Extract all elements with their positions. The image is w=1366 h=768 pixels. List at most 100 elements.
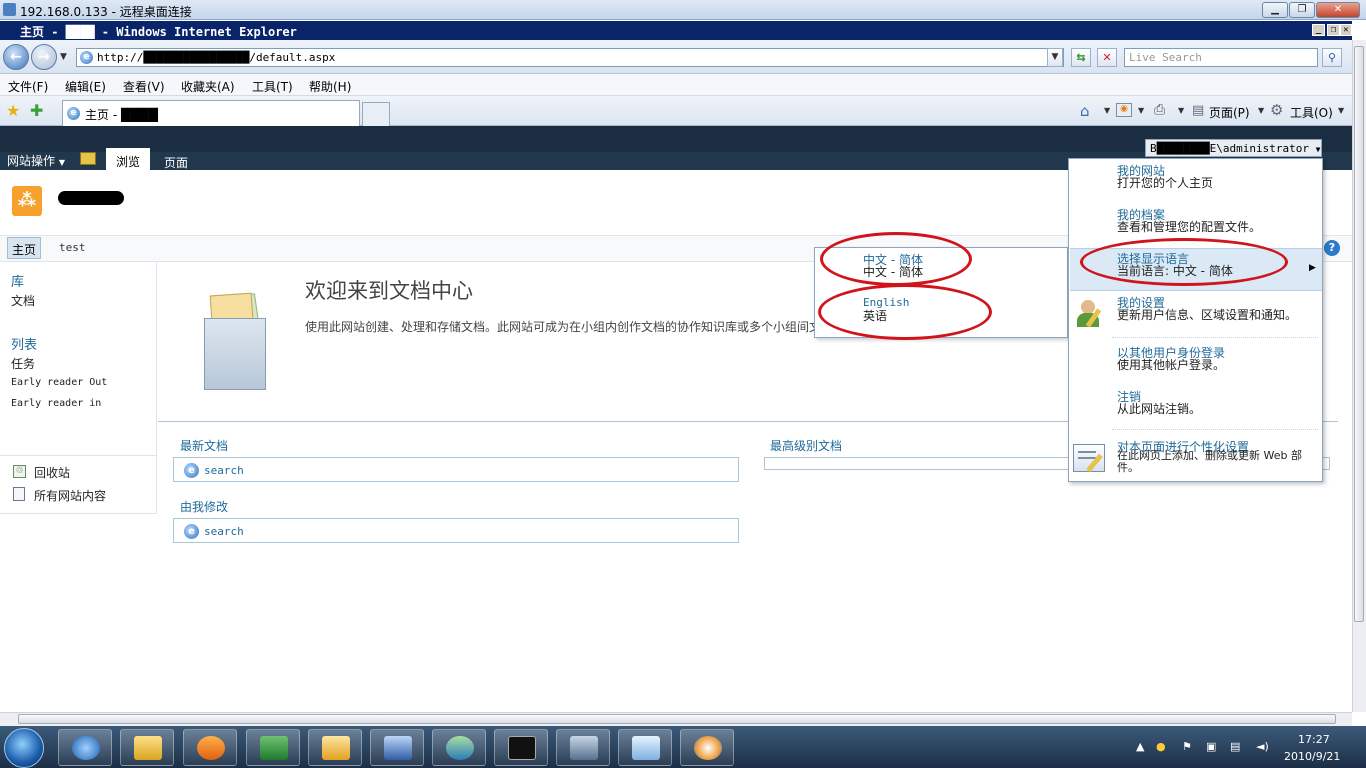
history-dropdown-icon[interactable]: ▼ <box>60 52 67 62</box>
clock-time[interactable]: 17:27 <box>1298 733 1330 746</box>
tab-ie-icon: e <box>67 107 80 120</box>
ql-lists-heading[interactable]: 列表 <box>11 334 37 353</box>
ql-early-reader-in[interactable]: Early reader in <box>11 398 101 409</box>
ql-libraries-heading[interactable]: 库 <box>11 271 24 290</box>
feeds-dropdown-icon[interactable]: ▼ <box>1138 106 1144 115</box>
taskbar-task-manager[interactable] <box>556 729 610 766</box>
site-actions-dropdown-icon: ▼ <box>58 158 65 167</box>
task-manager-icon <box>570 736 598 760</box>
menu-separator <box>1112 337 1318 338</box>
address-dropdown-icon[interactable]: ▼ <box>1047 48 1063 67</box>
modified-doc-search-link[interactable]: search <box>204 525 244 538</box>
user-menu-button[interactable]: B████████E\administrator ▼ <box>1145 139 1322 157</box>
taskbar-cmd[interactable] <box>494 729 548 766</box>
taskbar-users[interactable] <box>432 729 486 766</box>
print-icon[interactable]: ⎙ <box>1154 102 1165 118</box>
back-icon[interactable]: ← <box>3 44 29 70</box>
page-dropdown-icon[interactable]: ▼ <box>1258 106 1264 115</box>
ribbon-tab-page[interactable]: 页面 <box>164 154 188 171</box>
menu-view[interactable]: 查看(V) <box>123 78 165 95</box>
newest-doc-search-link[interactable]: search <box>204 464 244 477</box>
tab-home-label: 主页 - ████ <box>85 108 158 122</box>
vertical-scroll-thumb[interactable] <box>1354 46 1364 622</box>
taskbar-notepad[interactable] <box>618 729 672 766</box>
search-icon[interactable]: ⚲ <box>1322 48 1342 67</box>
nav-test[interactable]: test <box>59 241 86 254</box>
start-button[interactable] <box>4 728 44 768</box>
tray-qq-icon[interactable]: ● <box>1156 740 1166 753</box>
webpart-newest-docs <box>173 457 739 482</box>
menu-file[interactable]: 文件(F) <box>8 78 48 95</box>
menu-my-site-desc: 打开您的个人主页 <box>1117 176 1214 190</box>
tools-menu-button[interactable]: 工具(O) <box>1290 104 1333 121</box>
ie-restore-button[interactable]: ❐ <box>1327 24 1340 36</box>
stop-icon[interactable]: ✕ <box>1097 48 1117 67</box>
highlight-circle-language <box>1080 238 1288 286</box>
help-icon[interactable]: ? <box>1324 240 1340 256</box>
horizontal-scroll-thumb[interactable] <box>18 714 1336 724</box>
ie-window-title-bar: 主页 - ████ - Windows Internet Explorer _ … <box>0 21 1352 40</box>
site-actions-button[interactable]: 网站操作 ▼ <box>7 152 65 169</box>
taskbar-excel[interactable] <box>246 729 300 766</box>
ql-recycle-bin[interactable]: 回收站 <box>34 464 70 481</box>
menu-tools[interactable]: 工具(T) <box>252 78 293 95</box>
navigate-up-icon[interactable] <box>80 152 96 165</box>
notepad-icon <box>632 736 660 760</box>
tray-network-icon[interactable]: ▤ <box>1230 740 1240 753</box>
clock-date[interactable]: 2010/9/21 <box>1284 750 1340 763</box>
webpart-newest-docs-title[interactable]: 最新文档 <box>180 437 228 454</box>
taskbar-ie[interactable] <box>58 729 112 766</box>
webpart-modified-by-me <box>173 518 739 543</box>
menu-help[interactable]: 帮助(H) <box>309 78 351 95</box>
live-search-input[interactable]: Live Search <box>1124 48 1318 67</box>
menu-separator-2 <box>1112 429 1318 430</box>
minimize-button[interactable]: ▁ <box>1262 2 1288 18</box>
address-input[interactable]: http://████████████████/default.aspx <box>76 48 1064 67</box>
ie-close-button[interactable]: ✕ <box>1340 24 1352 36</box>
taskbar-explorer[interactable] <box>120 729 174 766</box>
home-icon[interactable]: ⌂ <box>1080 102 1090 120</box>
ql-early-reader-out[interactable]: Early reader Out <box>11 377 107 388</box>
new-tab-button[interactable] <box>362 102 390 126</box>
taskbar-remote-desktop[interactable] <box>370 729 424 766</box>
ie-window-title: 主页 - ████ - Windows Internet Explorer <box>20 25 297 39</box>
media-player-icon <box>197 736 225 760</box>
tab-home[interactable]: e 主页 - ████ <box>62 100 360 126</box>
feeds-icon[interactable]: ◉ <box>1116 103 1132 117</box>
page-menu-button[interactable]: 页面(P) <box>1209 104 1250 121</box>
restore-button[interactable]: ❐ <box>1289 2 1315 18</box>
menu-edit[interactable]: 编辑(E) <box>65 78 106 95</box>
ie-minimize-button[interactable]: _ <box>1312 24 1325 36</box>
cmd-icon <box>508 736 536 760</box>
close-button[interactable]: ✕ <box>1316 2 1360 18</box>
ribbon-tab-browse[interactable]: 浏览 <box>106 148 150 170</box>
taskbar-media-player[interactable] <box>183 729 237 766</box>
page-ie-icon: e <box>80 51 93 64</box>
site-title[interactable]: ████ <box>60 191 97 205</box>
print-dropdown-icon[interactable]: ▼ <box>1178 106 1184 115</box>
tray-device-icon[interactable]: ▣ <box>1206 740 1216 753</box>
nav-home[interactable]: 主页 <box>7 237 41 259</box>
taskbar-outlook[interactable] <box>308 729 362 766</box>
rdp-title: 192.168.0.133 - 远程桌面连接 <box>20 5 192 19</box>
ql-all-site-content[interactable]: 所有网站内容 <box>34 487 106 504</box>
refresh-icon[interactable]: ⇆ <box>1071 48 1091 67</box>
menu-favorites[interactable]: 收藏夹(A) <box>181 78 235 95</box>
taskbar-paint[interactable] <box>680 729 734 766</box>
ql-tasks[interactable]: 任务 <box>11 355 35 372</box>
tools-dropdown-icon[interactable]: ▼ <box>1338 106 1344 115</box>
home-dropdown-icon[interactable]: ▼ <box>1104 106 1110 115</box>
webpart-modified-by-me-title[interactable]: 由我修改 <box>180 498 228 515</box>
site-logo-icon: ⁂ <box>12 186 42 216</box>
forward-icon[interactable]: → <box>31 44 57 70</box>
add-favorites-icon[interactable]: ✚ <box>30 101 43 120</box>
rdp-app-icon <box>3 3 16 16</box>
webpart-highest-rated-title[interactable]: 最高级别文档 <box>770 437 842 454</box>
tray-expand-icon[interactable]: ▲ <box>1136 740 1144 753</box>
tray-volume-icon[interactable]: ◄) <box>1256 740 1269 753</box>
menu-sign-out-desc: 从此网站注销。 <box>1117 402 1202 416</box>
menu-sign-in-desc: 使用其他帐户登录。 <box>1117 358 1226 372</box>
tray-flag-icon[interactable]: ⚑ <box>1182 740 1192 753</box>
ql-documents[interactable]: 文档 <box>11 292 35 309</box>
favorites-star-icon[interactable]: ★ <box>6 101 20 120</box>
